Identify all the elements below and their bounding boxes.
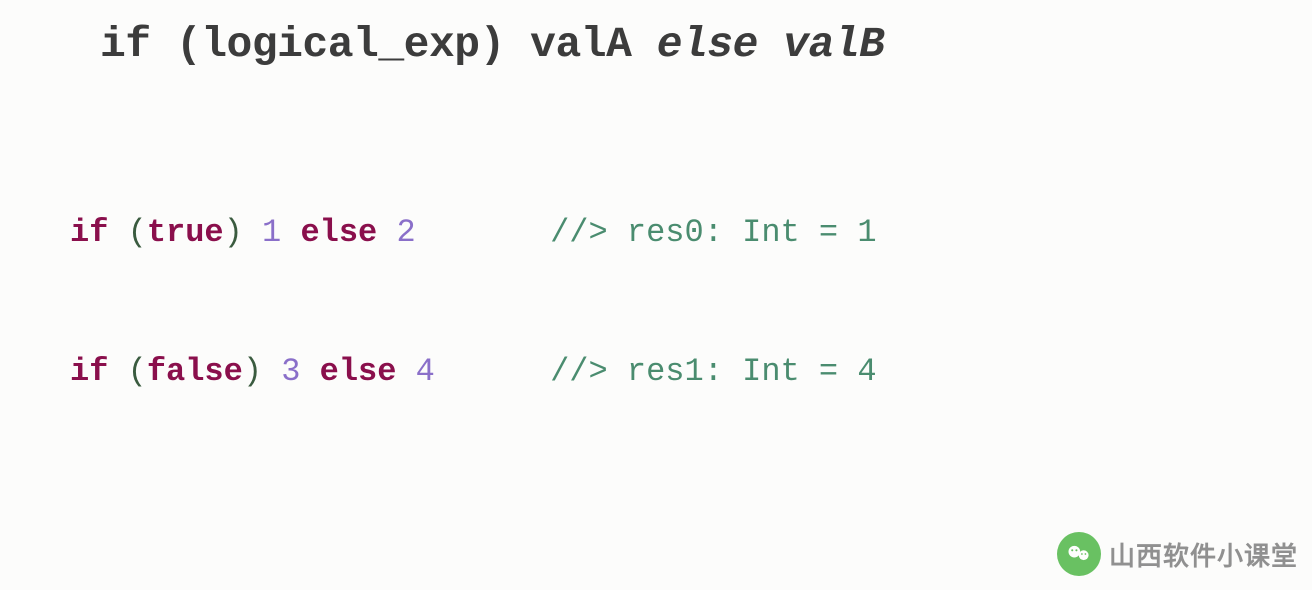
title-part1: if (logical_exp) valA (100, 20, 657, 69)
kw-else: else (300, 214, 377, 251)
comment: //> res1: Int = 4 (550, 353, 876, 390)
watermark-text: 山西软件小课堂 (1109, 536, 1298, 573)
kw-if: if (70, 214, 108, 251)
pad (416, 214, 550, 251)
kw-true: true (147, 214, 224, 251)
paren: ) (224, 214, 262, 251)
paren: ( (108, 214, 146, 251)
wechat-icon (1057, 532, 1101, 576)
sp (396, 353, 415, 390)
sp (377, 214, 396, 251)
paren: ( (108, 353, 146, 390)
num: 4 (416, 353, 435, 390)
comment: //> res0: Int = 1 (550, 214, 876, 251)
title-part2: else valB (657, 20, 885, 69)
slide-title: if (logical_exp) valA else valB (100, 20, 1242, 69)
watermark: 山西软件小课堂 (1057, 532, 1298, 576)
sp (300, 353, 319, 390)
paren: ) (243, 353, 281, 390)
slide-content: if (logical_exp) valA else valB if (true… (0, 0, 1312, 590)
code-line-1: if (true) 1 else 2 //> res0: Int = 1 (70, 210, 1242, 256)
code-block: if (true) 1 else 2 //> res0: Int = 1 if … (70, 117, 1242, 590)
num: 2 (396, 214, 415, 251)
code-line-2: if (false) 3 else 4 //> res1: Int = 4 (70, 349, 1242, 395)
sp (281, 214, 300, 251)
pad (435, 353, 550, 390)
kw-if: if (70, 353, 108, 390)
num: 3 (281, 353, 300, 390)
code-blank (70, 488, 1242, 534)
kw-else: else (320, 353, 397, 390)
kw-false: false (147, 353, 243, 390)
num: 1 (262, 214, 281, 251)
